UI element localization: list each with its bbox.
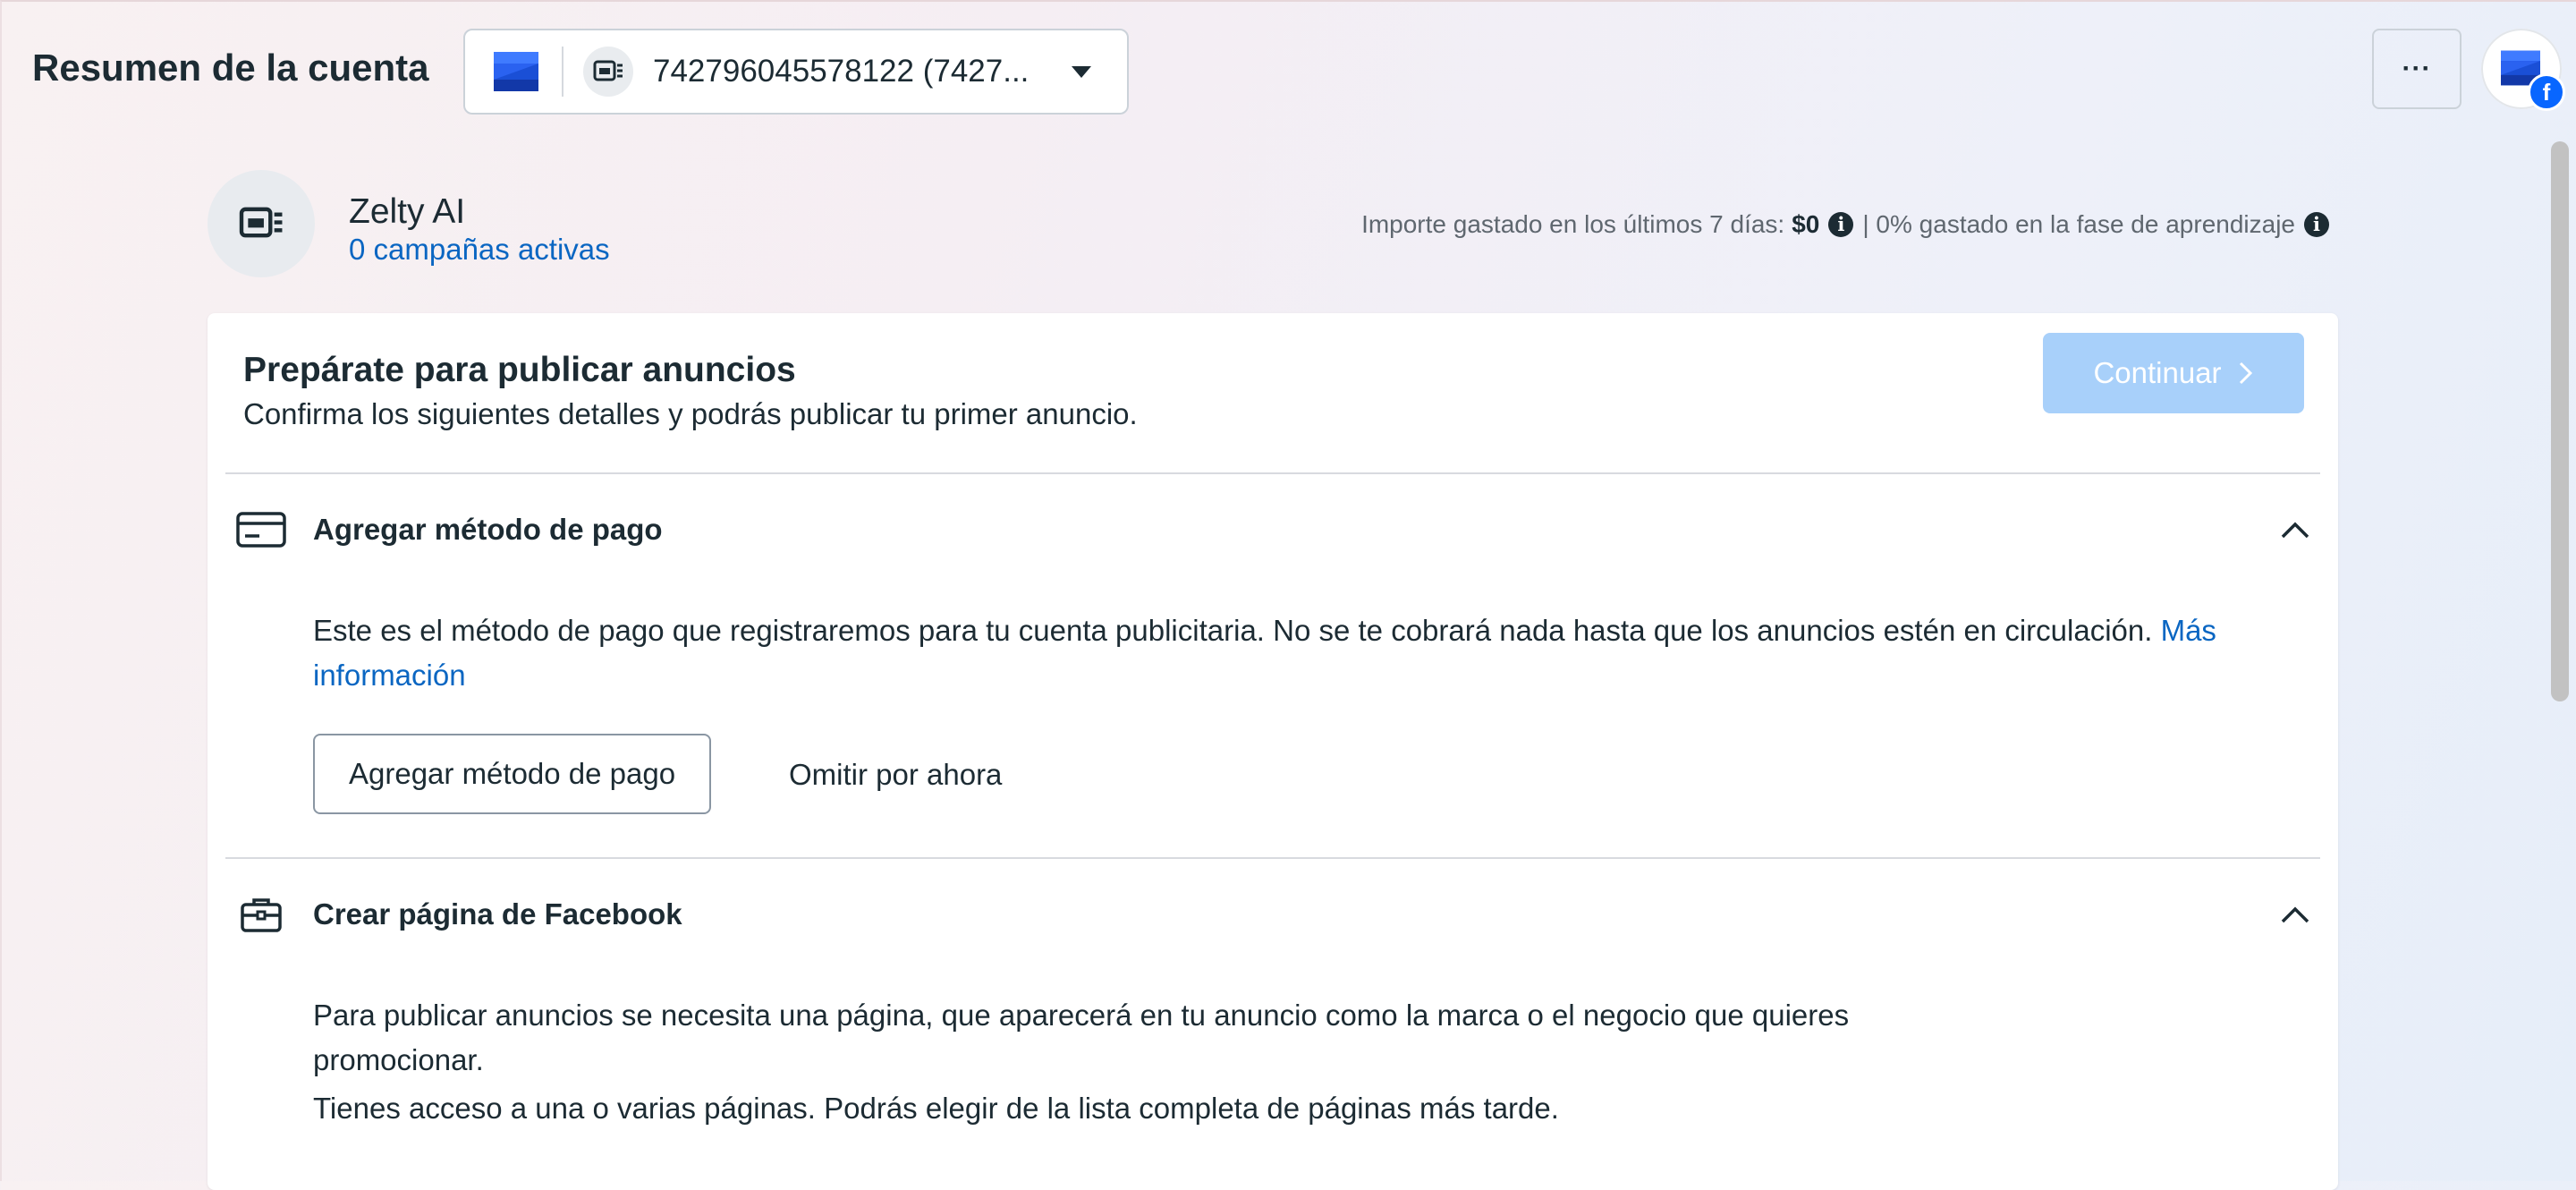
scrollbar-thumb[interactable] xyxy=(2551,141,2569,701)
page-title: Resumen de la cuenta xyxy=(32,47,429,89)
selector-divider xyxy=(562,47,564,97)
briefcase-icon xyxy=(236,895,286,934)
brand-logo-icon xyxy=(494,52,538,91)
chevron-up-icon[interactable] xyxy=(2279,898,2311,931)
continue-button[interactable]: Continuar xyxy=(2043,333,2304,413)
continue-label: Continuar xyxy=(2093,356,2222,389)
divider xyxy=(225,857,2320,859)
credit-card-icon xyxy=(236,510,286,549)
learning-phase-label: | 0% gastado en la fase de aprendizaje xyxy=(1862,210,2295,238)
page-access-note: Tienes acceso a una o varias páginas. Po… xyxy=(313,1092,1559,1125)
setup-card: Prepárate para publicar anuncios Confirm… xyxy=(208,313,2338,1190)
chevron-up-icon[interactable] xyxy=(2279,514,2311,546)
payment-section-title: Agregar método de pago xyxy=(313,513,663,546)
facebook-page-description: Para publicar anuncios se necesita una p… xyxy=(313,999,1850,1076)
facebook-page-section-header[interactable]: Crear página de Facebook xyxy=(208,879,2338,950)
facebook-page-section-title: Crear página de Facebook xyxy=(313,897,682,931)
more-options-button[interactable]: ··· xyxy=(2372,29,2462,109)
ad-account-icon xyxy=(583,47,633,97)
account-selector[interactable]: 742796045578122 (7427... xyxy=(463,29,1129,115)
spend-label: Importe gastado en los últimos 7 días: xyxy=(1361,210,1785,238)
card-title: Prepárate para publicar anuncios xyxy=(243,351,796,389)
skip-for-now-button[interactable]: Omitir por ahora xyxy=(784,757,1007,793)
add-payment-method-button[interactable]: Agregar método de pago xyxy=(313,734,712,814)
info-icon[interactable]: i xyxy=(1828,212,1854,237)
card-subtitle: Confirma los siguientes detalles y podrá… xyxy=(243,397,1138,430)
account-name: Zelty AI xyxy=(349,192,466,231)
profile-avatar[interactable]: f xyxy=(2481,29,2565,111)
spend-stats: Importe gastado en los últimos 7 días: $… xyxy=(1361,210,2338,239)
ad-account-icon xyxy=(239,207,283,238)
ad-account-avatar xyxy=(208,170,315,277)
chevron-right-icon xyxy=(2239,361,2252,385)
payment-description: Este es el método de pago que registrare… xyxy=(313,608,2334,698)
account-selector-label: 742796045578122 (7427... xyxy=(653,54,1030,89)
scrollbar[interactable] xyxy=(2547,138,2572,1181)
spend-amount: $0 xyxy=(1792,210,1820,238)
facebook-icon: f xyxy=(2528,73,2565,111)
payment-description-text: Este es el método de pago que registrare… xyxy=(313,614,2153,647)
active-campaigns-link[interactable]: 0 campañas activas xyxy=(349,233,610,267)
info-icon[interactable]: i xyxy=(2304,212,2329,237)
payment-section-header[interactable]: Agregar método de pago xyxy=(208,494,2338,565)
divider xyxy=(225,472,2320,474)
chevron-down-icon xyxy=(1072,65,1091,78)
